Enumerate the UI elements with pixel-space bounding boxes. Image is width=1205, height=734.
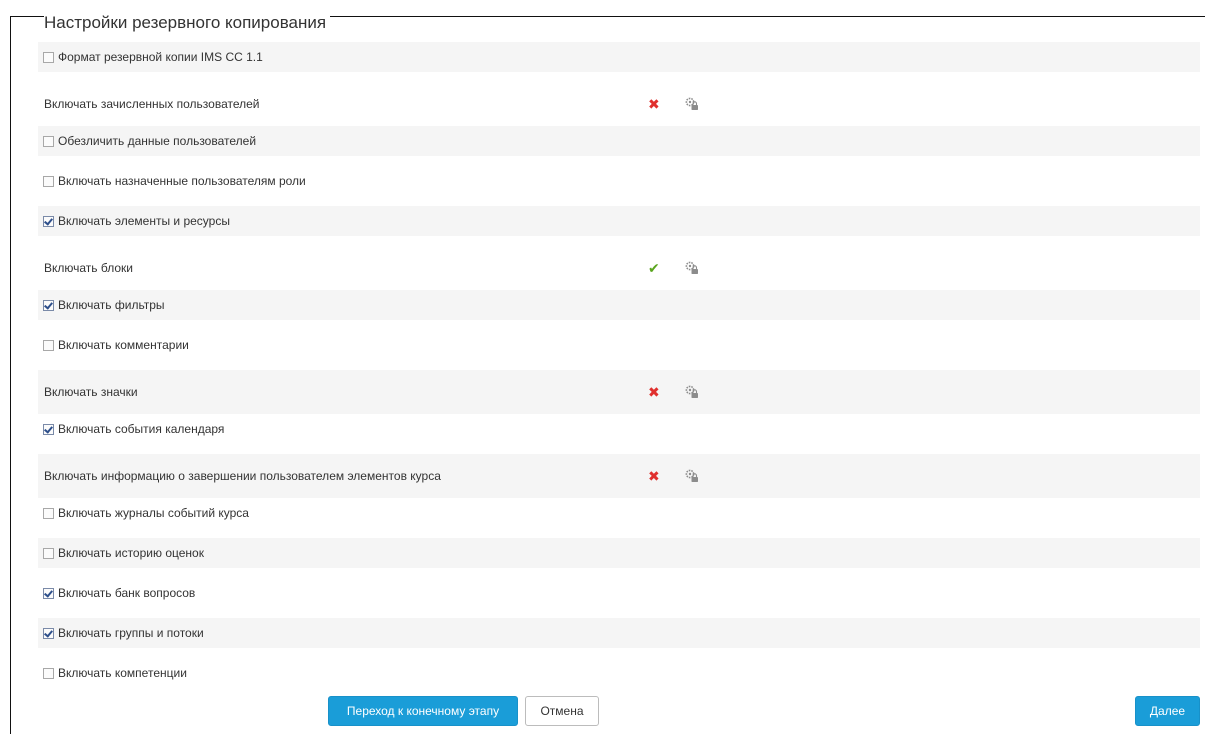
lock-gear-icon	[685, 385, 699, 399]
setting-label: Включать зачисленных пользователей	[44, 97, 260, 111]
setting-label[interactable]: Включать события календаря	[58, 422, 224, 436]
setting-label[interactable]: Включать компетенции	[58, 666, 187, 680]
setting-row: Включать фильтры	[38, 290, 1200, 320]
cancel-button[interactable]: Отмена	[525, 696, 599, 726]
setting-row: Включать значки ✖	[38, 370, 1200, 414]
setting-row: Включать компетенции	[38, 658, 1200, 688]
setting-label[interactable]: Включать банк вопросов	[58, 586, 195, 600]
setting-row: Обезличить данные пользователей	[38, 126, 1200, 156]
setting-label[interactable]: Включать журналы событий курса	[58, 506, 249, 520]
next-button[interactable]: Далее	[1135, 696, 1200, 726]
form-buttons: Переход к конечному этапу Отмена Далее	[38, 690, 1200, 733]
setting-label[interactable]: Формат резервной копии IMS CC 1.1	[58, 50, 263, 64]
setting-row: Включать назначенные пользователям роли	[38, 166, 1200, 196]
setting-label[interactable]: Включать фильтры	[58, 298, 165, 312]
cross-icon: ✖	[648, 384, 660, 400]
setting-checkbox[interactable]	[43, 299, 54, 311]
setting-row: Включать историю оценок	[38, 538, 1200, 568]
setting-row: Включать группы и потоки	[38, 618, 1200, 648]
setting-row: Включать элементы и ресурсы	[38, 206, 1200, 236]
setting-row: Включать банк вопросов	[38, 578, 1200, 608]
lock-gear-icon	[685, 97, 699, 111]
setting-checkbox[interactable]	[43, 51, 54, 63]
setting-label[interactable]: Включать комментарии	[58, 338, 189, 352]
setting-row: Формат резервной копии IMS CC 1.1	[38, 42, 1200, 72]
setting-row: Включать информацию о завершении пользов…	[38, 454, 1200, 498]
setting-checkbox[interactable]	[43, 507, 54, 519]
setting-checkbox[interactable]	[43, 339, 54, 351]
page-title: Настройки резервного копирования	[44, 13, 331, 33]
setting-label: Включать блоки	[44, 261, 133, 275]
cross-icon: ✖	[648, 96, 660, 112]
setting-checkbox[interactable]	[43, 627, 54, 639]
setting-row: Включать блоки ✔	[38, 246, 1200, 290]
setting-row: Включать события календаря	[38, 414, 1200, 444]
setting-label[interactable]: Обезличить данные пользователей	[58, 134, 256, 148]
setting-row: Включать зачисленных пользователей ✖	[38, 82, 1200, 126]
cross-icon: ✖	[648, 468, 660, 484]
setting-label[interactable]: Включать назначенные пользователям роли	[58, 174, 306, 188]
setting-label: Включать значки	[44, 385, 138, 399]
setting-checkbox[interactable]	[43, 547, 54, 559]
setting-label[interactable]: Включать группы и потоки	[58, 626, 204, 640]
jump-to-final-step-button[interactable]: Переход к конечному этапу	[328, 696, 518, 726]
lock-gear-icon	[685, 261, 699, 275]
setting-row: Включать журналы событий курса	[38, 498, 1200, 528]
setting-checkbox[interactable]	[43, 215, 54, 227]
setting-label[interactable]: Включать историю оценок	[58, 546, 204, 560]
setting-row: Включать комментарии	[38, 330, 1200, 360]
setting-checkbox[interactable]	[43, 423, 54, 435]
setting-label: Включать информацию о завершении пользов…	[44, 469, 441, 483]
lock-gear-icon	[685, 469, 699, 483]
setting-checkbox[interactable]	[43, 175, 54, 187]
setting-checkbox[interactable]	[43, 667, 54, 679]
settings-list: Формат резервной копии IMS CC 1.1 Включат…	[38, 42, 1200, 698]
setting-checkbox[interactable]	[43, 587, 54, 599]
setting-label[interactable]: Включать элементы и ресурсы	[58, 214, 230, 228]
setting-checkbox[interactable]	[43, 135, 54, 147]
check-icon: ✔	[648, 260, 660, 276]
